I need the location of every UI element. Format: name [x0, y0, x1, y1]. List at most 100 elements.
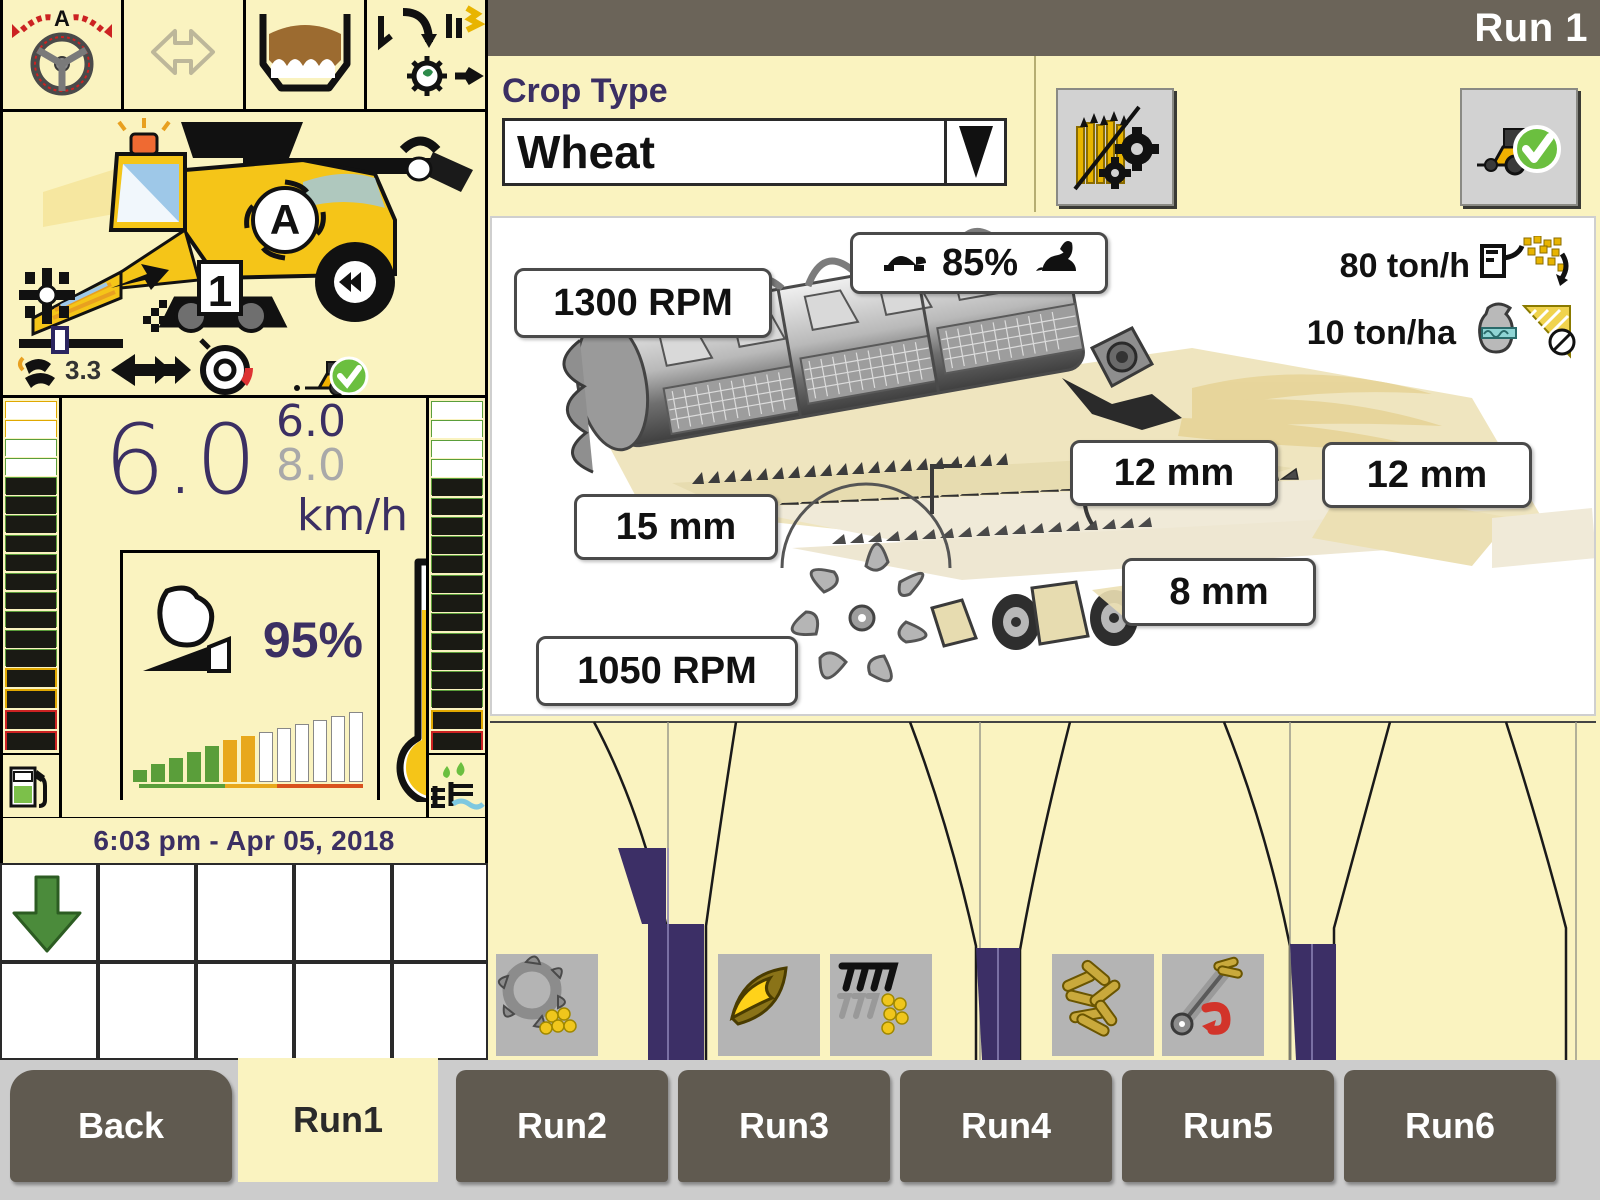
- rabbit-icon: [1032, 241, 1078, 285]
- back-button[interactable]: Back: [10, 1070, 232, 1182]
- upper-sieve-value: 12 mm: [1113, 451, 1235, 494]
- max-speed-value: 8.0: [276, 440, 346, 491]
- tab-run2[interactable]: Run2: [456, 1070, 668, 1182]
- status-tile-row: A: [0, 0, 488, 112]
- rotor-load-callout[interactable]: 85%: [850, 232, 1108, 294]
- speed-load-panel: 6.0 6.0 8.0 km/h 95%: [0, 395, 488, 820]
- tab-run4-label: Run4: [961, 1105, 1051, 1146]
- moisture-level-gauge: [426, 395, 488, 820]
- throughput-value: 80 ton/h: [1339, 247, 1470, 285]
- combine-display-screen: Run 1 A A 1 3.3 6.0 6.0 8.0 km/h 95% 6:0…: [0, 0, 1600, 1200]
- fan-speed-value: 1050 RPM: [577, 649, 757, 692]
- lower-sieve-value: 8 mm: [1169, 570, 1269, 613]
- datetime-display: 6:03 pm - Apr 05, 2018: [0, 818, 488, 866]
- unloading-auger-icon: [367, 4, 486, 105]
- tab-run1[interactable]: Run1: [238, 1058, 438, 1182]
- grain-flow-icon: [1480, 235, 1576, 297]
- crop-toolbar: [1036, 56, 1600, 212]
- tab-run4[interactable]: Run4: [900, 1070, 1112, 1182]
- loss-chart-graphic: [490, 721, 1596, 1060]
- grid-cell[interactable]: [98, 962, 196, 1060]
- engine-load-box: 95%: [120, 550, 380, 800]
- tailings-return-icon[interactable]: [1162, 954, 1264, 1056]
- yield-readout: 10 ton/ha: [1307, 298, 1576, 369]
- fan-speed-callout[interactable]: 1050 RPM: [536, 636, 798, 706]
- grid-cell[interactable]: [0, 962, 98, 1060]
- upper-sieve-rear-callout[interactable]: 12 mm: [1322, 442, 1532, 508]
- header-width-icon: [127, 21, 239, 88]
- concave-clearance-callout[interactable]: 15 mm: [574, 494, 778, 560]
- grid-cell[interactable]: [196, 863, 294, 962]
- broken-straw-icon[interactable]: [1052, 954, 1154, 1056]
- crop-settings-button[interactable]: [1056, 88, 1174, 206]
- gear-badge: 1: [208, 267, 232, 316]
- crop-type-select[interactable]: Wheat: [502, 118, 1007, 186]
- tab-run3-label: Run3: [739, 1105, 829, 1146]
- threshing-diagram[interactable]: 1300 RPM 85% 15 mm 1050 RPM 12 mm 12 mm …: [490, 216, 1596, 716]
- grid-cell[interactable]: [0, 863, 98, 962]
- tab-run2-label: Run2: [517, 1105, 607, 1146]
- yield-value: 10 ton/ha: [1306, 314, 1456, 352]
- rotor-loss-icon[interactable]: [496, 954, 598, 1056]
- rotor-speed-value: 1300 RPM: [553, 281, 733, 324]
- engine-load-icon: [137, 581, 249, 686]
- left-sidebar: A A 1 3.3 6.0 6.0 8.0 km/h 95% 6:03 pm -…: [0, 0, 488, 1060]
- loss-bar: [618, 848, 704, 1060]
- grain-moisture-off-icon: [1466, 298, 1576, 369]
- tile-auto-guidance[interactable]: A: [0, 0, 125, 112]
- crop-type-label: Crop Type: [502, 72, 668, 110]
- turtle-icon: [880, 242, 928, 285]
- loss-bar: [1290, 944, 1336, 1060]
- shortcut-grid: [0, 863, 488, 1060]
- auto-steering-icon: A: [10, 6, 114, 103]
- grain-quality-icon[interactable]: [718, 954, 820, 1056]
- upper-sieve-callout[interactable]: 12 mm: [1070, 440, 1278, 506]
- rotor-speed-callout[interactable]: 1300 RPM: [514, 268, 772, 338]
- grain-tank-icon: [255, 8, 355, 101]
- moisture-sensor-icon: [429, 753, 485, 817]
- engine-temperature-gauge: [380, 550, 476, 817]
- grid-cell[interactable]: [392, 863, 488, 962]
- speed-readout: 6.0 6.0 8.0 km/h 95%: [62, 395, 476, 820]
- sieve-loss-icon[interactable]: [830, 954, 932, 1056]
- tile-header-width[interactable]: [121, 0, 246, 112]
- lower-sieve-callout[interactable]: 8 mm: [1122, 558, 1316, 626]
- current-speed-value: 6.0: [104, 404, 257, 516]
- grid-cell[interactable]: [98, 863, 196, 962]
- tab-run3[interactable]: Run3: [678, 1070, 890, 1182]
- crop-type-value: Wheat: [517, 126, 655, 178]
- crop-type-row: Crop Type Wheat: [488, 56, 1600, 212]
- engine-load-value: 95%: [262, 612, 363, 668]
- tab-run5-label: Run5: [1183, 1105, 1273, 1146]
- upper-sieve-rear-value: 12 mm: [1366, 453, 1488, 496]
- grid-cell[interactable]: [392, 962, 488, 1060]
- grid-cell[interactable]: [294, 962, 392, 1060]
- rotor-load-value: 85%: [941, 241, 1019, 284]
- tile-grain-tank[interactable]: [242, 0, 367, 112]
- grid-cell[interactable]: [196, 962, 294, 1060]
- machine-status-ok-button[interactable]: [1460, 88, 1578, 206]
- main-panel: Crop Type Wheat 1300 RPM 85% 15 mm 1050 …: [488, 56, 1600, 1060]
- bottom-tab-bar: Back Run1 Run2 Run3 Run4 Run5 Run6: [0, 1058, 1600, 1200]
- page-title: Run 1: [1474, 6, 1588, 50]
- reel-index-value: 3.3: [65, 355, 102, 385]
- svg-text:A: A: [54, 6, 70, 31]
- combine-overview-panel[interactable]: A 1 3.3: [0, 109, 488, 398]
- load-histogram: [133, 708, 367, 790]
- tab-run6[interactable]: Run6: [1344, 1070, 1556, 1182]
- header-bar: Run 1: [488, 0, 1600, 56]
- target-speed-value: 6.0: [276, 396, 346, 447]
- tab-run1-label: Run1: [293, 1099, 383, 1140]
- grid-cell[interactable]: [294, 863, 392, 962]
- chevron-down-icon[interactable]: [944, 121, 1004, 183]
- tab-run5[interactable]: Run5: [1122, 1070, 1334, 1182]
- concave-clearance-value: 15 mm: [615, 505, 737, 548]
- fuel-level-gauge: [0, 395, 62, 820]
- loss-chart[interactable]: [490, 718, 1596, 1060]
- crop-type-group: Crop Type Wheat: [488, 56, 1036, 212]
- throughput-readout: 80 ton/h: [1339, 235, 1576, 297]
- machine-ready-icon: [293, 354, 383, 395]
- auto-rotor-badge: A: [270, 196, 300, 243]
- tile-unloading-auger[interactable]: [363, 0, 488, 112]
- down-arrow-icon: [2, 873, 96, 960]
